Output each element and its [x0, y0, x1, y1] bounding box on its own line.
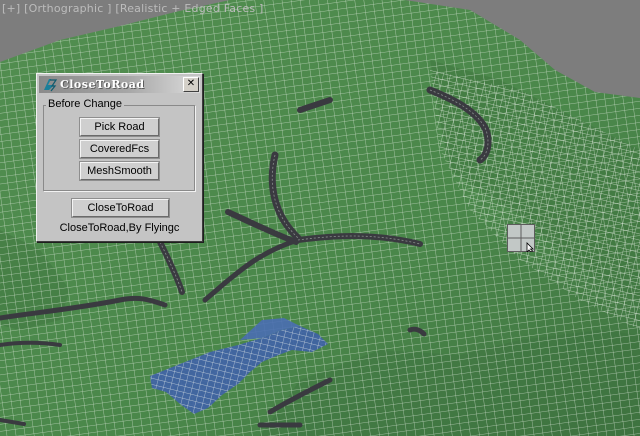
group-label: Before Change: [46, 98, 124, 110]
move-cursor-icon: [507, 224, 535, 253]
mesh-smooth-button[interactable]: MeshSmooth: [79, 161, 160, 181]
close-button[interactable]: ✕: [183, 77, 199, 92]
close-icon: ✕: [186, 78, 196, 89]
close-to-road-rollout: CloseToRoad ✕ Before Change Pick Road Co…: [36, 73, 203, 242]
viewport-label[interactable]: [+] [Orthographic ] [Realistic + Edged F…: [2, 2, 264, 15]
close-to-road-button[interactable]: CloseToRoad: [71, 198, 170, 218]
rollout-titlebar[interactable]: CloseToRoad ✕: [39, 76, 200, 93]
credit-label: CloseToRoad,By Flyingc: [59, 222, 180, 234]
rollout-title: CloseToRoad: [60, 78, 145, 91]
covered-fcs-button[interactable]: CoveredFcs: [79, 139, 160, 159]
maxscript-icon: [42, 77, 58, 92]
pick-road-button[interactable]: Pick Road: [79, 117, 160, 137]
